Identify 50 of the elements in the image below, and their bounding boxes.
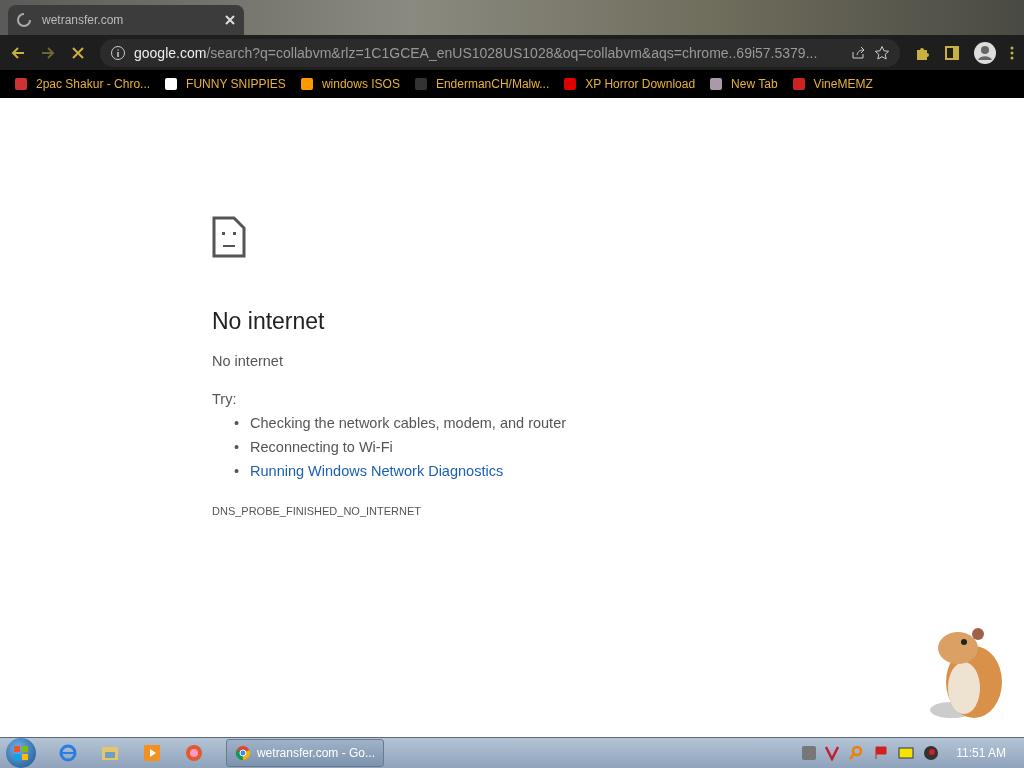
side-panel-icon[interactable] [944,44,960,61]
bookmark-link[interactable]: XP Horror Download [563,77,696,91]
start-button[interactable] [6,738,36,768]
url-text: google.com/search?q=collabvm&rlz=1C1GCEA_enUS1028US1028&oq=collabvm&aqs=chrome..69i57.5379... [134,44,819,61]
bookmark-link[interactable]: FUNNY SNIPPIES [164,77,286,91]
stop-icon[interactable] [70,44,86,61]
info-icon [110,44,126,61]
bookmark-icon [299,77,314,91]
browser-tab[interactable]: wetransfer.com [8,5,244,35]
chrome-logo-icon [235,745,251,761]
try-label: Try: [212,391,238,407]
close-icon[interactable] [224,14,236,26]
bullet: • [234,414,240,433]
browser-e-icon[interactable] [58,743,78,763]
windows-logo-icon [13,745,29,761]
error-code: DNS_PROBE_FINISHED_NO_INTERNET [212,505,423,517]
share-icon[interactable] [850,44,866,61]
sad-page-icon [212,216,246,258]
tab-title: wetransfer.com [42,13,125,27]
diagnostics-link[interactable]: Running Windows Network Diagnostics [250,459,504,483]
suggestion-text: Checking the network cables, modem, and router [250,414,567,433]
bookmark-icon [709,77,724,91]
bullet: • [234,438,240,457]
bookmark-link[interactable]: New Tab [709,77,778,91]
bullet: • [234,462,240,481]
star-icon[interactable] [874,44,890,61]
bookmark-icon [413,77,428,91]
profile-avatar-icon[interactable] [974,41,996,64]
notification-window-icon[interactable] [898,745,915,761]
tray-app-icon[interactable] [802,746,817,760]
error-subtitle: No internet [212,353,284,369]
error-title: No internet [212,308,326,335]
bookmark-link[interactable]: VineMEMZ [791,77,873,91]
bookmark-link[interactable]: 2pac Shakur - Chro... [14,77,151,91]
bookmark-link[interactable]: EndermanCH/Malw... [413,77,550,91]
bookmark-icon [14,77,28,91]
suggestion-text: Reconnecting to Wi-Fi [250,438,393,457]
v-letter-icon[interactable] [825,745,840,761]
bookmark-link[interactable]: windows ISOS [299,77,400,91]
bookmark-icon [164,77,179,91]
menu-icon[interactable] [1010,44,1014,61]
bookmark-icon [563,77,578,91]
back-arrow-icon[interactable] [10,44,26,61]
bookmark-icon [791,77,806,91]
clock: 11:51 AM [956,746,1006,760]
address-bar[interactable]: google.com/search?q=collabvm&rlz=1C1GCEA_enUS1028US1028&oq=collabvm&aqs=chrome..69i57.5379... [100,38,900,67]
media-player-icon[interactable] [142,743,162,763]
forward-arrow-icon[interactable] [40,44,56,61]
flag-icon[interactable] [873,745,890,761]
loading-spinner-icon [16,12,32,28]
